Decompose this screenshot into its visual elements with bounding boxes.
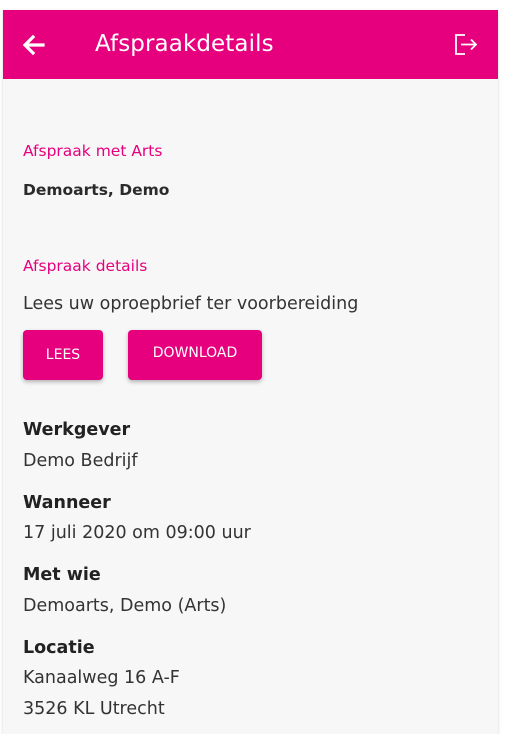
page-title: Afspraakdetails — [95, 31, 274, 57]
logout-button[interactable] — [452, 31, 480, 59]
location-address-line1: Kanaalweg 16 A-F — [23, 668, 180, 688]
location-address-line2: 3526 KL Utrecht — [23, 699, 165, 719]
employer-heading: Werkgever — [23, 420, 131, 440]
who-value: Demoarts, Demo (Arts) — [23, 596, 227, 616]
appointment-details-label: Afspraak details — [23, 257, 148, 275]
top-app-bar: Afspraakdetails — [3, 10, 498, 79]
app-window: Afspraakdetails Afspraak met Arts Demoar… — [3, 10, 498, 734]
when-heading: Wanneer — [23, 493, 111, 513]
location-heading: Locatie — [23, 638, 95, 658]
back-button[interactable] — [19, 30, 49, 60]
when-value: 17 juli 2020 om 09:00 uur — [23, 523, 251, 543]
logout-icon — [455, 34, 478, 55]
read-letter-button[interactable]: LEES — [23, 330, 103, 380]
arrow-left-icon — [22, 34, 45, 56]
who-heading: Met wie — [23, 565, 101, 585]
download-letter-button[interactable]: DOWNLOAD — [128, 330, 262, 380]
preparation-instruction: Lees uw oproepbrief ter voorbereiding — [23, 294, 359, 314]
doctor-name: Demoarts, Demo — [23, 181, 170, 199]
appointment-with-label: Afspraak met Arts — [23, 142, 163, 160]
employer-value: Demo Bedrijf — [23, 451, 138, 471]
